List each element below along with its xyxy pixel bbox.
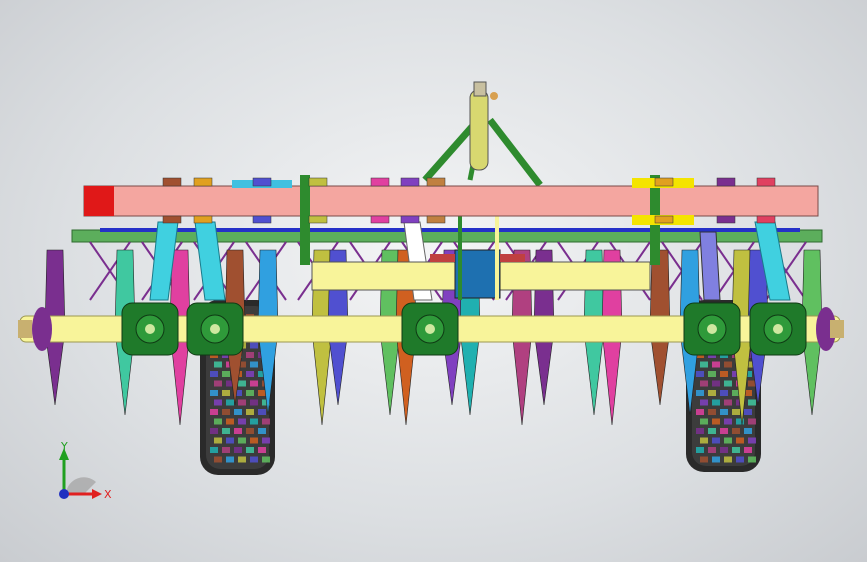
bearing-housing: [749, 302, 807, 356]
disc-harrow-model[interactable]: [0, 0, 867, 562]
hitch-tower: [422, 81, 543, 188]
bearing-housing: [186, 302, 244, 356]
bearing-housing: [683, 302, 741, 356]
orientation-triad: Y X: [59, 440, 112, 501]
x-axis-arrow-icon: [92, 489, 102, 499]
bearing-housing: [401, 302, 459, 356]
x-axis-label: X: [104, 488, 112, 501]
cad-viewport[interactable]: Y X: [0, 0, 867, 562]
bearing-housing: [121, 302, 179, 356]
z-axis-dot-icon: [59, 489, 69, 499]
y-axis-label: Y: [60, 440, 68, 453]
